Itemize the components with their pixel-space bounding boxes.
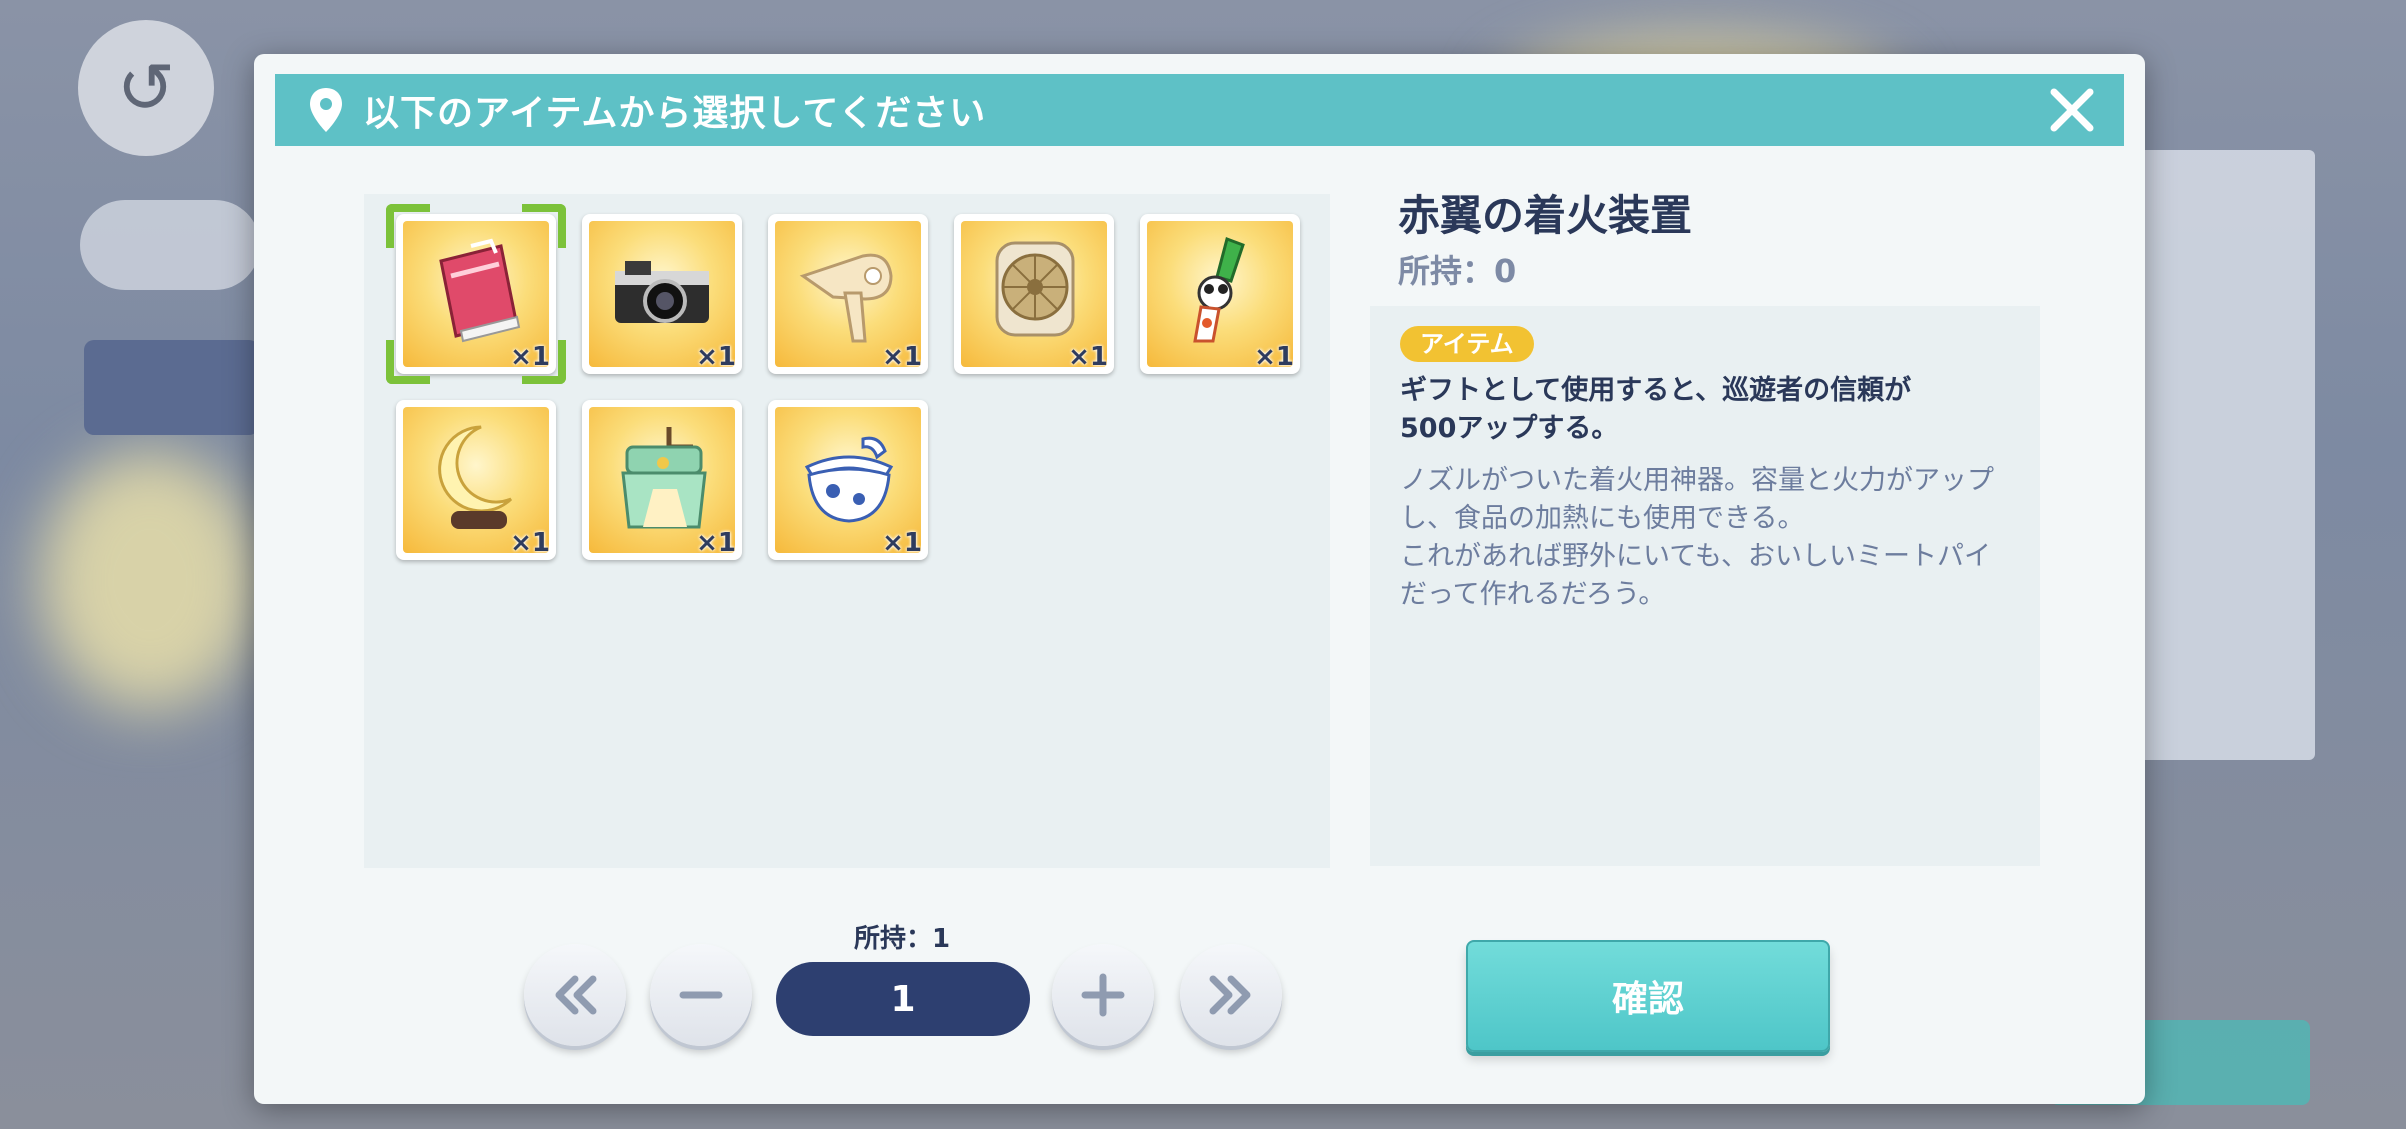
quantity-owned-label: 所持：1 [854, 924, 951, 954]
bg-pill-button [80, 200, 260, 290]
item-flavor-text: ノズルがついた着火用神器。容量と火力がアップ し、食品の加熱にも使用できる。 こ… [1400, 465, 1994, 610]
selection-corner [386, 340, 430, 384]
item-slot-camera[interactable]: ×1 [582, 214, 742, 374]
min-quantity-button[interactable] [524, 944, 626, 1046]
item-name: 赤翼の着火装置 [1398, 191, 1693, 240]
dialog-title: 以下のアイテムから選択してください [363, 93, 987, 134]
confirm-button[interactable]: 確認 [1466, 940, 1830, 1052]
item-effect: ギフトとして使用すると、巡遊者の信頼が 500アップする。 [1400, 375, 1912, 444]
item-count: ×1 [882, 528, 922, 558]
item-type-badge: アイテム [1400, 326, 1534, 362]
item-slot-hair-dryer[interactable]: ×1 [768, 214, 928, 374]
double-chevron-right-icon [1209, 975, 1251, 1015]
item-count: ×1 [1068, 342, 1108, 372]
item-description-panel: アイテム ギフトとして使用すると、巡遊者の信頼が 500アップする。 ノズルがつ… [1370, 306, 2040, 866]
bg-flower [40, 450, 260, 710]
moon-lamp-icon [438, 425, 513, 529]
bowl-icon [804, 436, 894, 523]
pink-bag-icon [439, 238, 521, 343]
item-owned: 所持：0 [1398, 252, 1517, 290]
selection-corner [522, 340, 566, 384]
quantity-display: 1 [776, 962, 1030, 1036]
igniter-icon [1193, 237, 1245, 343]
item-select-dialog: 以下のアイテムから選択してください ×1 ×1 ×1 ×1 ×1 ×1 ×1 ×… [254, 54, 2145, 1104]
item-count: ×1 [510, 528, 550, 558]
increase-button[interactable] [1052, 944, 1154, 1046]
grinder-icon [621, 427, 707, 529]
max-quantity-button[interactable] [1180, 944, 1282, 1046]
selection-corner [522, 204, 566, 248]
plus-icon [1081, 973, 1125, 1017]
hair-dryer-icon [799, 253, 893, 343]
double-chevron-left-icon [555, 975, 597, 1015]
back-icon[interactable]: ↺ [78, 20, 214, 156]
camera-icon [615, 261, 709, 323]
dialog-header: 以下のアイテムから選択してください [275, 74, 2124, 146]
location-pin-icon [310, 88, 342, 132]
bg-tab [84, 340, 259, 435]
minus-icon [679, 991, 723, 999]
item-grid: ×1 ×1 ×1 ×1 ×1 ×1 ×1 ×1 [364, 194, 1330, 868]
item-slot-grinder[interactable]: ×1 [582, 400, 742, 560]
item-count: ×1 [1254, 342, 1294, 372]
item-slot-desk-fan[interactable]: ×1 [954, 214, 1114, 374]
item-count: ×1 [882, 342, 922, 372]
fan-icon [995, 241, 1075, 337]
item-count: ×1 [696, 342, 736, 372]
item-slot-igniter[interactable]: ×1 [1140, 214, 1300, 374]
item-slot-porcelain-bowl[interactable]: ×1 [768, 400, 928, 560]
item-slot-moon-lamp[interactable]: ×1 [396, 400, 556, 560]
close-icon[interactable] [2044, 82, 2100, 138]
decrease-button[interactable] [650, 944, 752, 1046]
selection-corner [386, 204, 430, 248]
item-count: ×1 [696, 528, 736, 558]
item-slot-pink-bag[interactable]: ×1 [386, 204, 566, 384]
